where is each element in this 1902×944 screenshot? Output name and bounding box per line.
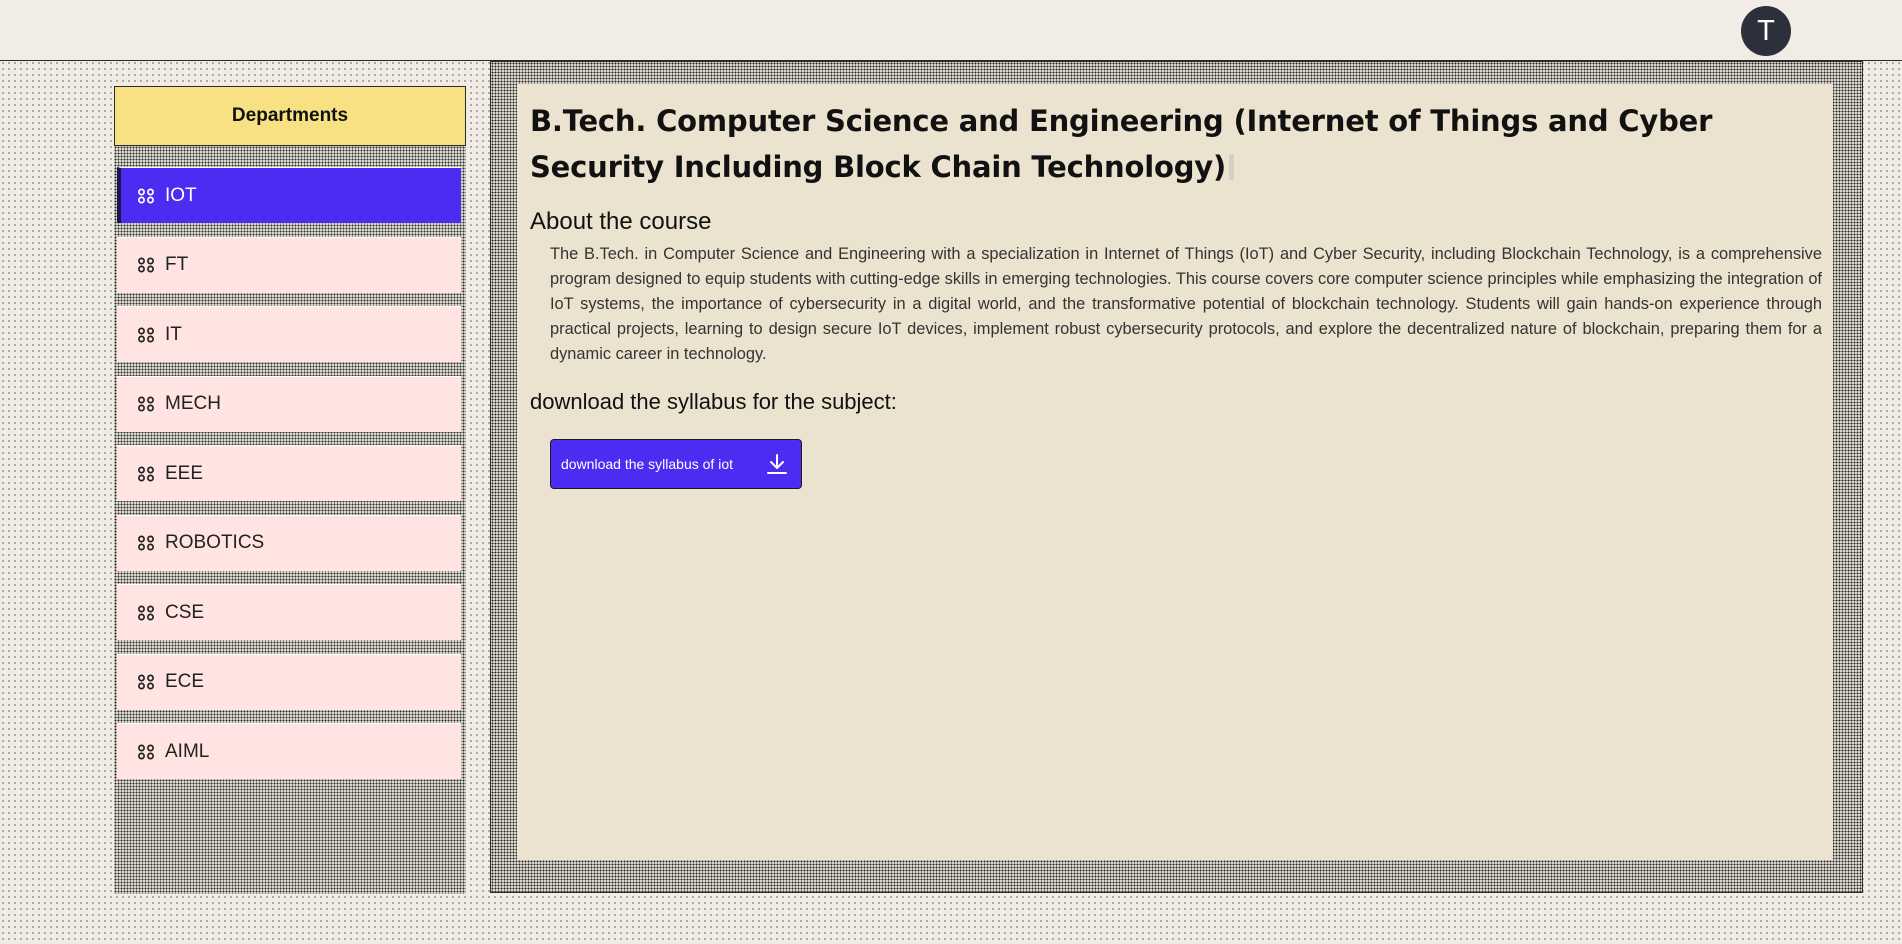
about-heading: About the course xyxy=(530,208,712,235)
departments-sidebar: Departments IOT FT IT MECH EEE ROBOTICS … xyxy=(114,86,466,894)
text-caret xyxy=(1229,154,1235,180)
course-panel: B.Tech. Computer Science and Engineering… xyxy=(490,61,1863,893)
sidebar-item-label: AIML xyxy=(165,740,210,762)
sidebar-item-ece[interactable]: ECE xyxy=(117,653,461,710)
group-icon xyxy=(137,466,155,482)
group-icon xyxy=(137,188,155,204)
download-syllabus-button[interactable]: download the syllabus of iot xyxy=(550,439,802,489)
course-content: B.Tech. Computer Science and Engineering… xyxy=(517,84,1833,860)
syllabus-label: download the syllabus for the subject: xyxy=(530,389,897,414)
group-icon xyxy=(137,674,155,690)
download-icon xyxy=(765,452,789,476)
group-icon xyxy=(137,744,155,760)
sidebar-item-cse[interactable]: CSE xyxy=(117,584,461,640)
group-icon xyxy=(137,327,155,343)
sidebar-item-it[interactable]: IT xyxy=(117,306,461,362)
departments-heading: Departments xyxy=(114,86,466,146)
sidebar-item-label: ROBOTICS xyxy=(165,532,265,553)
sidebar-item-aiml[interactable]: AIML xyxy=(117,723,461,779)
sidebar-item-label: IT xyxy=(165,323,182,345)
sidebar-item-label: IOT xyxy=(165,184,197,206)
sidebar-item-iot[interactable]: IOT xyxy=(117,167,461,223)
sidebar-item-label: FT xyxy=(165,254,189,275)
group-icon xyxy=(137,605,155,621)
sidebar-item-label: MECH xyxy=(165,393,221,414)
group-icon xyxy=(137,535,155,551)
sidebar-item-label: ECE xyxy=(165,671,205,692)
download-button-label: download the syllabus of iot xyxy=(561,456,733,472)
top-bar: T xyxy=(0,0,1902,61)
group-icon xyxy=(137,257,155,273)
sidebar-item-robotics[interactable]: ROBOTICS xyxy=(117,514,461,571)
sidebar-item-ft[interactable]: FT xyxy=(117,236,461,293)
about-text: The B.Tech. in Computer Science and Engi… xyxy=(550,245,1822,363)
department-list: IOT FT IT MECH EEE ROBOTICS CSE ECE AIML xyxy=(117,167,461,793)
user-avatar[interactable]: T xyxy=(1741,6,1791,56)
course-title-text: B.Tech. Computer Science and Engineering… xyxy=(530,104,1713,184)
sidebar-item-mech[interactable]: MECH xyxy=(117,375,461,432)
sidebar-item-label: CSE xyxy=(165,601,205,623)
sidebar-item-label: EEE xyxy=(165,462,204,484)
sidebar-item-eee[interactable]: EEE xyxy=(117,445,461,501)
course-title: B.Tech. Computer Science and Engineering… xyxy=(530,98,1820,190)
group-icon xyxy=(137,396,155,412)
